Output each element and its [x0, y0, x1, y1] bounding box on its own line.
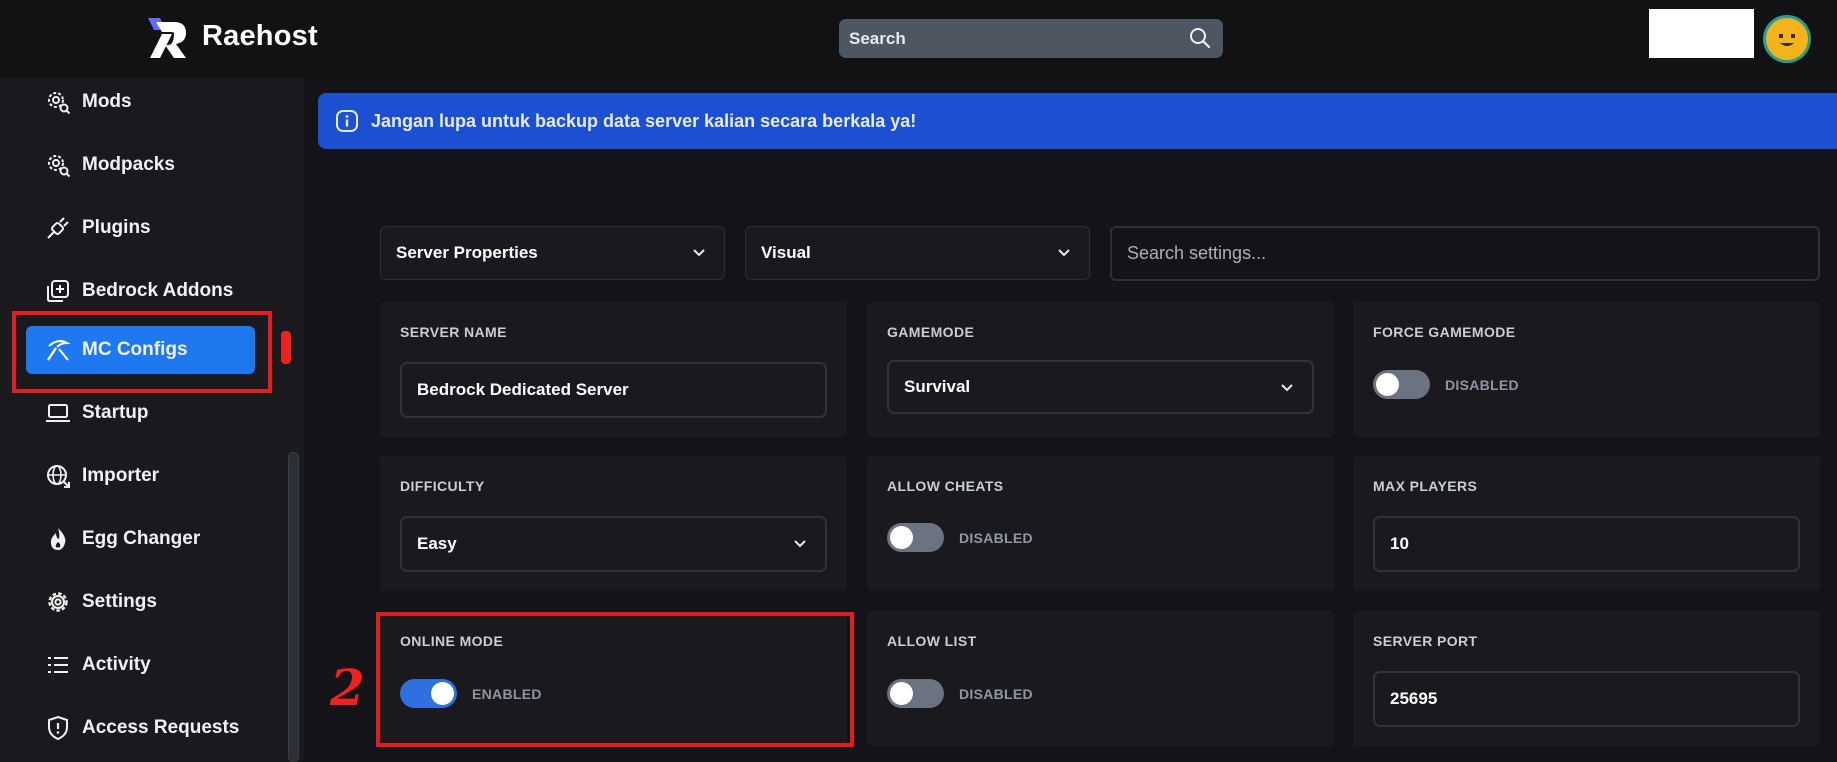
allow-cheats-card: ALLOW CHEATS DISABLED [867, 456, 1334, 591]
global-search-input[interactable] [839, 19, 1179, 58]
force-gamemode-label: FORCE GAMEMODE [1373, 324, 1516, 340]
chevron-down-icon [693, 249, 705, 257]
sidebar-item-label: Settings [82, 591, 157, 612]
globe-icon [45, 463, 71, 489]
settings-search[interactable] [1110, 226, 1820, 281]
sidebar-item-label: Startup [82, 402, 149, 423]
difficulty-select[interactable]: Easy [400, 516, 827, 572]
sidebar-item-label: Access Requests [82, 717, 240, 738]
sidebar: Mods Modpacks Plugins Bedrock Addons MC … [0, 78, 304, 762]
sidebar-item-startup[interactable]: Startup [26, 389, 255, 437]
allow-list-toggle[interactable] [887, 679, 944, 708]
difficulty-card: DIFFICULTY Easy [380, 456, 847, 591]
config-file-select-value: Server Properties [396, 243, 538, 262]
max-players-input[interactable]: 10 [1373, 516, 1800, 572]
server-port-value: 25695 [1390, 689, 1438, 708]
toggle-knob [890, 682, 913, 705]
server-name-value: Bedrock Dedicated Server [417, 380, 629, 399]
sidebar-item-access-requests[interactable]: Access Requests [26, 704, 255, 752]
allow-list-state: DISABLED [959, 685, 1033, 702]
difficulty-label: DIFFICULTY [400, 478, 485, 494]
force-gamemode-card: FORCE GAMEMODE DISABLED [1353, 302, 1820, 437]
copy-plus-icon [45, 278, 71, 304]
view-mode-select[interactable]: Visual [745, 226, 1090, 280]
difficulty-value: Easy [417, 534, 457, 553]
sidebar-item-settings[interactable]: Settings [26, 578, 255, 626]
gamemode-value: Survival [904, 377, 971, 396]
max-players-value: 10 [1390, 534, 1409, 553]
search-icon[interactable] [1189, 27, 1211, 49]
settings-search-input[interactable] [1112, 228, 1818, 279]
sidebar-item-importer[interactable]: Importer [26, 452, 255, 500]
gear-icon [45, 589, 71, 615]
sidebar-item-egg-changer[interactable]: Egg Changer [26, 515, 255, 563]
server-name-label: SERVER NAME [400, 324, 507, 340]
chevron-down-icon [1058, 249, 1070, 257]
view-mode-select-value: Visual [761, 243, 811, 262]
server-port-input[interactable]: 25695 [1373, 671, 1800, 727]
banner-text: Jangan lupa untuk backup data server kal… [371, 110, 917, 131]
max-players-label: MAX PLAYERS [1373, 478, 1478, 494]
laptop-icon [45, 400, 71, 426]
sidebar-item-bedrock-addons[interactable]: Bedrock Addons [26, 267, 255, 315]
info-icon [336, 110, 358, 132]
shield-icon [45, 715, 71, 741]
force-gamemode-toggle[interactable] [1373, 370, 1430, 399]
sidebar-item-label: Egg Changer [82, 528, 201, 549]
sidebar-item-activity[interactable]: Activity [26, 641, 255, 689]
avatar-face-icon [1779, 34, 1795, 46]
max-players-card: MAX PLAYERS 10 [1353, 456, 1820, 591]
sidebar-item-label: Importer [82, 465, 160, 486]
config-file-select[interactable]: Server Properties [380, 226, 725, 280]
global-search[interactable] [839, 19, 1223, 58]
list-icon [45, 652, 71, 678]
sidebar-item-modpacks[interactable]: Modpacks [26, 141, 255, 189]
info-banner: Jangan lupa untuk backup data server kal… [318, 93, 1837, 149]
gear-search-icon [45, 89, 71, 115]
sidebar-item-plugins[interactable]: Plugins [26, 204, 255, 252]
highlight-box-mc-configs [12, 311, 272, 393]
sidebar-item-label: Mods [82, 91, 132, 112]
gamemode-card: GAMEMODE Survival [867, 302, 1334, 437]
plug-icon [45, 215, 71, 241]
sidebar-item-label: Bedrock Addons [82, 280, 234, 301]
server-name-card: SERVER NAME Bedrock Dedicated Server [380, 302, 847, 437]
raehost-logo[interactable] [146, 16, 188, 60]
account-placeholder [1649, 9, 1754, 58]
highlight-box-online-mode [376, 612, 854, 747]
server-name-input[interactable]: Bedrock Dedicated Server [400, 362, 827, 418]
gamemode-select[interactable]: Survival [887, 360, 1314, 414]
avatar[interactable] [1763, 15, 1811, 63]
sidebar-active-indicator [281, 331, 291, 364]
allow-list-label: ALLOW LIST [887, 633, 977, 649]
gear-search-icon [45, 152, 71, 178]
sidebar-item-label: Modpacks [82, 154, 175, 175]
allow-cheats-label: ALLOW CHEATS [887, 478, 1004, 494]
sidebar-item-mods[interactable]: Mods [26, 78, 255, 126]
flame-icon [45, 526, 71, 552]
top-bar: Raehost [0, 0, 1837, 78]
allow-cheats-toggle[interactable] [887, 523, 944, 552]
brand-name[interactable]: Raehost [202, 20, 318, 53]
toggle-knob [890, 526, 913, 549]
server-port-card: SERVER PORT 25695 [1353, 611, 1820, 746]
force-gamemode-state: DISABLED [1445, 376, 1519, 393]
server-port-label: SERVER PORT [1373, 633, 1478, 649]
toggle-knob [1376, 373, 1399, 396]
step-annotation: 2 [330, 658, 365, 717]
sidebar-item-label: Activity [82, 654, 151, 675]
sidebar-scrollbar[interactable] [288, 452, 299, 762]
allow-list-card: ALLOW LIST DISABLED [867, 611, 1334, 746]
chevron-down-icon [1281, 384, 1293, 392]
allow-cheats-state: DISABLED [959, 529, 1033, 546]
chevron-down-icon [794, 540, 806, 548]
sidebar-item-label: Plugins [82, 217, 151, 238]
gamemode-label: GAMEMODE [887, 324, 975, 340]
